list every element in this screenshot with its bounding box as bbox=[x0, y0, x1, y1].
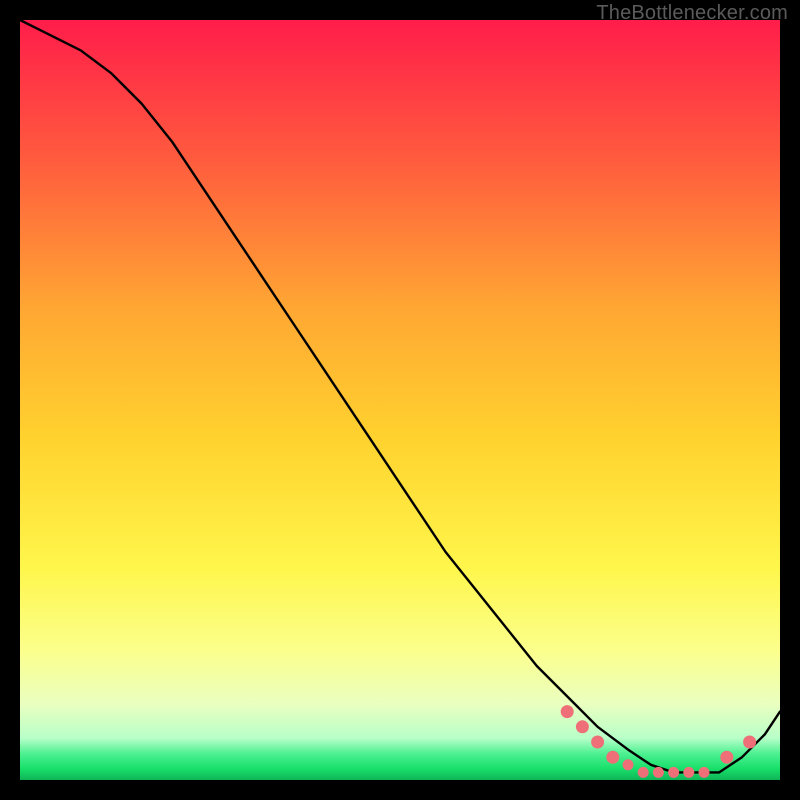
optimal-dot bbox=[638, 767, 649, 778]
optimal-dot bbox=[743, 736, 756, 749]
heatmap-background bbox=[20, 20, 780, 780]
optimal-dot bbox=[683, 767, 694, 778]
optimal-dot bbox=[720, 751, 733, 764]
optimal-dot bbox=[591, 736, 604, 749]
chart-stage: TheBottlenecker.com bbox=[0, 0, 800, 800]
optimal-dot bbox=[653, 767, 664, 778]
watermark-text: TheBottlenecker.com bbox=[596, 2, 788, 25]
optimal-dot bbox=[623, 759, 634, 770]
optimal-dot bbox=[606, 751, 619, 764]
optimal-dot bbox=[561, 705, 574, 718]
optimal-dot bbox=[668, 767, 679, 778]
optimal-dot bbox=[576, 720, 589, 733]
bottleneck-chart bbox=[20, 20, 780, 780]
optimal-dot bbox=[699, 767, 710, 778]
